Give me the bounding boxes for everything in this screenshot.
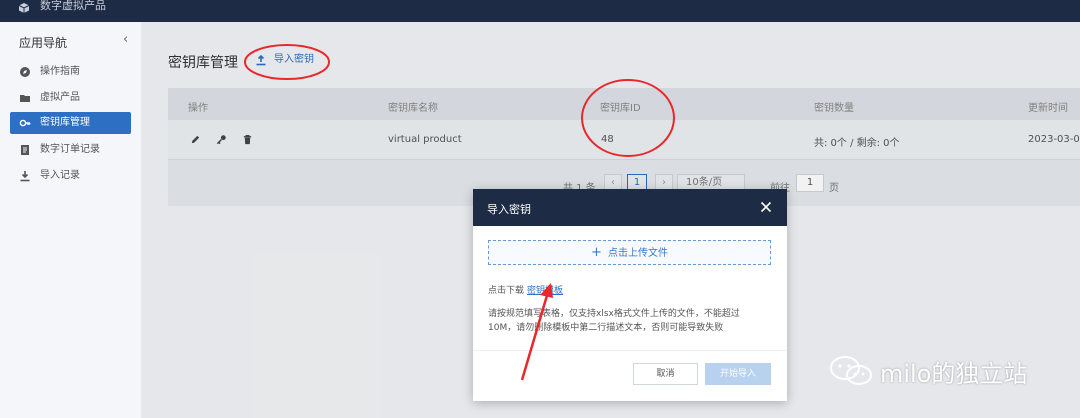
dialog-title: 导入密钥 [487,203,531,216]
folder-icon [20,95,30,102]
top-bar: 数字虚拟产品 [0,0,1080,22]
start-import-button[interactable]: 开始导入 [705,363,771,385]
download-template-link[interactable]: 密钥模板 [527,283,563,296]
sidebar-item-label: 操作指南 [40,66,80,77]
sidebar-item-digital-orders[interactable]: 数字订单记录 [10,139,131,161]
upload-label: 点击上传文件 [607,248,668,259]
upload-file-button[interactable]: + 点击上传文件 [488,240,771,265]
box-icon [18,3,30,13]
document-icon [21,145,29,155]
download-prefix: 点击下载 [488,286,525,296]
import-keys-dialog: 导入密钥 + 点击上传文件 点击下载 密钥模板 请按规范填写表格，仅支持xlsx格… [473,189,787,401]
plus-icon: + [591,245,602,260]
dialog-divider [473,350,787,351]
compass-icon [20,67,30,77]
wechat-icon [830,356,872,385]
dialog-header: 导入密钥 [473,189,787,226]
sidebar-item-guide[interactable]: 操作指南 [10,61,131,83]
sidebar-heading: 应用导航 [19,36,68,50]
upload-notice: 请按规范填写表格，仅支持xlsx格式文件上传的文件，不能超过10M，请勿删除模板… [488,309,740,333]
watermark-text: milo的独立站 [880,360,1028,388]
sidebar: 应用导航 ‹ 操作指南 虚拟产品 密钥库管理 数字订单记录 导入记录 [0,22,141,418]
app-title: 数字虚拟产品 [40,0,106,12]
sidebar-item-import-records[interactable]: 导入记录 [10,165,131,187]
sidebar-item-virtual-products[interactable]: 虚拟产品 [10,87,131,109]
download-icon [20,171,30,182]
sidebar-item-label: 数字订单记录 [40,144,100,155]
sidebar-item-label: 密钥库管理 [40,117,90,128]
sidebar-item-key-library[interactable]: 密钥库管理 [10,112,131,134]
cancel-button[interactable]: 取消 [633,363,698,385]
sidebar-item-label: 虚拟产品 [40,92,80,103]
close-icon[interactable] [760,201,772,213]
key-icon [19,119,31,127]
sidebar-item-label: 导入记录 [40,170,80,181]
collapse-icon[interactable]: ‹ [123,33,128,47]
